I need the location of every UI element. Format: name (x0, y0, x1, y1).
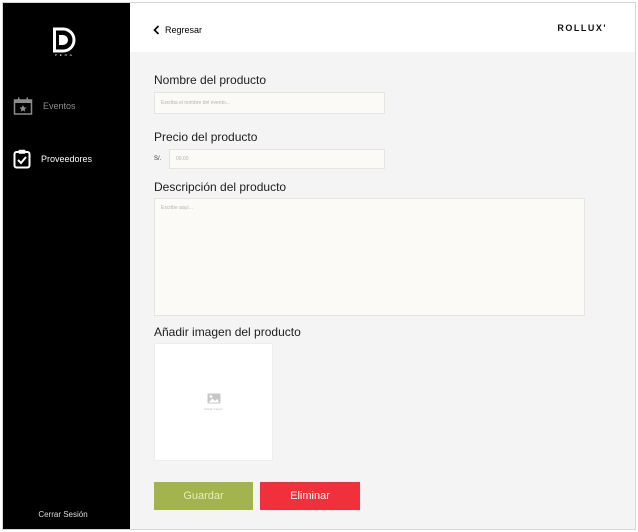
name-label: Nombre del producto (154, 73, 267, 87)
price-label: Precio del producto (154, 130, 258, 144)
delete-button[interactable]: Eliminar (260, 482, 360, 510)
brand-logo: ROLLUX' (557, 23, 607, 33)
image-label: Añadir imagen del producto (154, 325, 301, 339)
save-button[interactable]: Guardar (154, 482, 253, 510)
sidebar: P E N G Eventos Proveedores Cerrar Sesió… (3, 3, 130, 529)
sidebar-item-label: Proveedores (41, 154, 93, 164)
top-bar: Regresar ROLLUX' (130, 3, 635, 52)
sidebar-item-proveedores[interactable]: Proveedores (13, 149, 92, 169)
logout-link[interactable]: Cerrar Sesión (3, 510, 123, 519)
product-form: Nombre del producto Escriba el nombre de… (130, 52, 635, 529)
clipboard-check-icon (13, 149, 31, 169)
calendar-star-icon (13, 97, 33, 115)
product-price-input[interactable]: 00.00 (169, 149, 385, 169)
product-description-textarea[interactable]: Escribe aquí... (154, 198, 585, 316)
chevron-left-icon (153, 25, 160, 35)
logo-subtitle: P E N G (55, 53, 73, 57)
currency-prefix: S/. (154, 156, 162, 162)
description-label: Descripción del producto (154, 180, 287, 194)
sidebar-item-label: Eventos (43, 101, 76, 111)
back-button[interactable]: Regresar (153, 25, 202, 35)
product-name-input[interactable]: Escriba el nombre del evento... (154, 92, 385, 114)
upload-text: Añadir imagen (203, 407, 224, 411)
app-window: P E N G Eventos Proveedores Cerrar Sesió… (2, 2, 636, 530)
image-icon (207, 393, 220, 404)
sidebar-item-eventos[interactable]: Eventos (13, 97, 76, 115)
image-upload-box[interactable]: Añadir imagen (154, 343, 273, 461)
back-label: Regresar (165, 25, 203, 35)
